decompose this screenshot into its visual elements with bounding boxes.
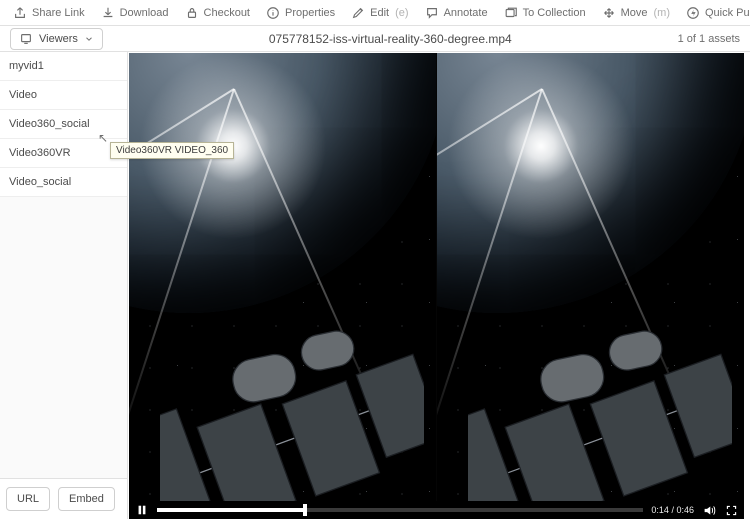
- sidebar-item-myvid1[interactable]: myvid1: [0, 52, 127, 81]
- quick-publish-label: Quick Publish: [705, 7, 750, 19]
- video-viewport[interactable]: [129, 53, 744, 501]
- time-current: 0:14: [651, 505, 669, 515]
- pause-button[interactable]: [135, 503, 149, 517]
- lock-icon: [185, 6, 199, 20]
- move-icon: [602, 6, 616, 20]
- sidebar-item-label: Video360_social: [9, 118, 90, 130]
- share-icon: [13, 6, 27, 20]
- move-label: Move: [621, 7, 648, 19]
- properties-label: Properties: [285, 7, 335, 19]
- move-shortcut: (m): [654, 7, 671, 19]
- download-label: Download: [120, 7, 169, 19]
- sidebar-item-video-social[interactable]: Video_social: [0, 168, 127, 197]
- download-icon: [101, 6, 115, 20]
- move-button[interactable]: Move (m): [595, 3, 677, 23]
- viewers-dropdown[interactable]: Viewers: [10, 28, 103, 50]
- sidebar-item-label: Video_social: [9, 176, 71, 188]
- titlebar: Viewers 075778152-iss-virtual-reality-36…: [0, 26, 750, 52]
- chevron-down-icon: [84, 34, 94, 44]
- stereo-right-eye: [436, 53, 744, 501]
- seek-fill: [157, 508, 303, 512]
- checkout-label: Checkout: [204, 7, 250, 19]
- quick-publish-button[interactable]: Quick Publish: [679, 3, 750, 23]
- sidebar-item-label: myvid1: [9, 60, 44, 72]
- viewers-icon: [19, 32, 33, 46]
- video-player: 0:14 / 0:46: [128, 52, 750, 519]
- fullscreen-button[interactable]: [724, 503, 738, 517]
- share-link-button[interactable]: Share Link: [6, 3, 92, 23]
- sidebar-item-video[interactable]: Video: [0, 81, 127, 110]
- url-button[interactable]: URL: [6, 487, 50, 511]
- properties-button[interactable]: Properties: [259, 3, 342, 23]
- pencil-icon: [351, 6, 365, 20]
- time-display: 0:14 / 0:46: [651, 505, 694, 515]
- viewers-label: Viewers: [39, 33, 78, 45]
- annotate-label: Annotate: [444, 7, 488, 19]
- time-total: 0:46: [676, 505, 694, 515]
- viewers-sidebar: myvid1 Video Video360_social Video360VR …: [0, 52, 128, 519]
- video-controls: 0:14 / 0:46: [129, 501, 744, 519]
- embed-button[interactable]: Embed: [58, 487, 115, 511]
- to-collection-label: To Collection: [523, 7, 586, 19]
- collection-icon: [504, 6, 518, 20]
- asset-count: 1 of 1 assets: [678, 33, 740, 45]
- volume-button[interactable]: [702, 503, 716, 517]
- sidebar-item-video360vr[interactable]: Video360VR: [0, 139, 127, 168]
- edit-shortcut: (e): [395, 7, 408, 19]
- sidebar-item-label: Video360VR: [9, 147, 71, 159]
- edit-button[interactable]: Edit (e): [344, 3, 415, 23]
- download-button[interactable]: Download: [94, 3, 176, 23]
- share-link-label: Share Link: [32, 7, 85, 19]
- edit-label: Edit: [370, 7, 389, 19]
- comment-icon: [425, 6, 439, 20]
- sidebar-tooltip: Video360VR VIDEO_360: [110, 142, 234, 159]
- toolbar: Share Link Download Checkout Properties …: [0, 0, 750, 26]
- bolt-icon: [686, 6, 700, 20]
- asset-filename: 075778152-iss-virtual-reality-360-degree…: [103, 32, 678, 46]
- seek-thumb[interactable]: [303, 504, 307, 516]
- info-icon: [266, 6, 280, 20]
- sidebar-item-video360-social[interactable]: Video360_social: [0, 110, 127, 139]
- to-collection-button[interactable]: To Collection: [497, 3, 593, 23]
- annotate-button[interactable]: Annotate: [418, 3, 495, 23]
- stereo-left-eye: [129, 53, 436, 501]
- seek-track[interactable]: [157, 508, 643, 512]
- sidebar-item-label: Video: [9, 89, 37, 101]
- checkout-button[interactable]: Checkout: [178, 3, 257, 23]
